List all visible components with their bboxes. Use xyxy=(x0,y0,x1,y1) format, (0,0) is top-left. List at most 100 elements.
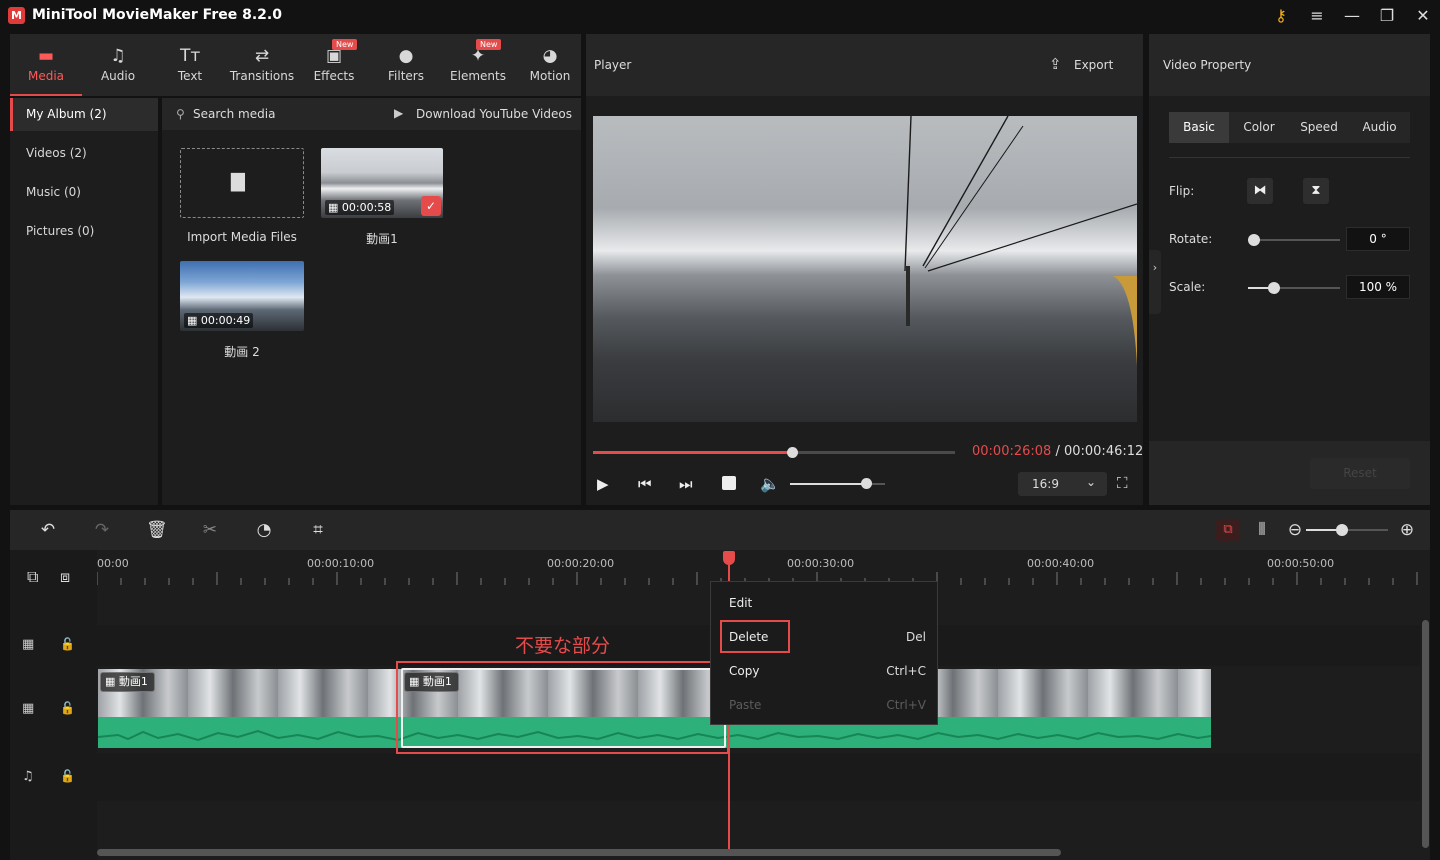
search-media-input[interactable]: Search media xyxy=(193,107,275,121)
rotate-knob[interactable] xyxy=(1248,234,1260,246)
redo-icon[interactable]: ↷ xyxy=(92,520,112,540)
minimize-icon[interactable]: — xyxy=(1337,4,1367,28)
stop-icon[interactable] xyxy=(722,476,736,490)
tab-motion-label: Motion xyxy=(529,69,571,83)
sidebar-item-music[interactable]: Music (0) xyxy=(10,176,158,209)
app-title: MiniTool MovieMaker Free 8.2.0 xyxy=(32,7,282,23)
tab-audio[interactable]: ♫ Audio xyxy=(82,34,154,96)
zoom-out-icon[interactable]: ⊖ xyxy=(1285,520,1305,540)
player-header: Player ⇪ Export xyxy=(586,34,1143,96)
crop-icon[interactable]: ⌗ xyxy=(308,520,328,540)
sidebar-item-my-album[interactable]: My Album (2) xyxy=(10,98,158,131)
collapse-panel-handle[interactable]: › xyxy=(1149,250,1161,314)
next-frame-icon[interactable]: ⏭ xyxy=(679,475,693,493)
previous-frame-icon[interactable]: ⏮ xyxy=(638,475,652,493)
tab-media[interactable]: ▬ Media xyxy=(10,34,82,96)
menu-item-paste[interactable]: Paste Ctrl+V xyxy=(711,688,939,722)
reset-button[interactable]: Reset xyxy=(1310,458,1410,489)
flip-horizontal-icon[interactable]: ⧓ xyxy=(1247,178,1273,204)
context-menu: Edit Delete Del Copy Ctrl+C Paste Ctrl+V xyxy=(710,581,938,725)
media-clip-thumbnail[interactable]: ▦ 00:00:49 xyxy=(180,261,304,331)
ruler-label: 00:00:20:00 xyxy=(547,557,615,570)
tab-text[interactable]: Tт Text xyxy=(154,34,226,96)
import-media-button[interactable]: ▇ xyxy=(180,148,304,218)
key-icon[interactable]: ⚷ xyxy=(1266,4,1296,28)
tab-effects[interactable]: New ▣ Effects xyxy=(298,34,370,96)
media-clip-thumbnail[interactable]: ▦ 00:00:58 ✓ xyxy=(321,148,443,218)
zoom-in-icon[interactable]: ⊕ xyxy=(1397,520,1417,540)
maximize-icon[interactable]: ❐ xyxy=(1372,4,1402,28)
album-sidebar: My Album (2) Videos (2) Music (0) Pictur… xyxy=(10,98,158,505)
tab-filters[interactable]: ● Filters xyxy=(370,34,442,96)
close-icon[interactable]: ✕ xyxy=(1408,4,1438,28)
menu-item-copy[interactable]: Copy Ctrl+C xyxy=(711,654,939,688)
time-readout: 00:00:26:08 / 00:00:46:12 xyxy=(972,444,1143,459)
volume-knob[interactable] xyxy=(861,478,872,489)
fit-timeline-icon[interactable]: ⦀ xyxy=(1252,520,1272,540)
tab-transitions[interactable]: ⇄ Transitions xyxy=(226,34,298,96)
film-icon: ▦ xyxy=(22,637,35,652)
film-icon: ▦ xyxy=(22,701,35,716)
playback-progress[interactable] xyxy=(593,447,955,458)
speed-icon[interactable]: ◔ xyxy=(254,520,274,540)
split-icon[interactable]: ✂ xyxy=(200,520,220,540)
add-track-icon[interactable]: ⧉ xyxy=(27,567,38,587)
tab-basic[interactable]: Basic xyxy=(1169,112,1229,143)
delete-icon[interactable]: 🗑 xyxy=(146,520,168,540)
sidebar-item-videos[interactable]: Videos (2) xyxy=(10,137,158,170)
ruler-label: 00:00:50:00 xyxy=(1267,557,1335,570)
media-clip-name: 動画 2 xyxy=(224,345,260,359)
tab-speed[interactable]: Speed xyxy=(1289,112,1349,143)
playback-progress-fill xyxy=(593,451,793,454)
import-media-label: Import Media Files xyxy=(187,230,297,244)
undo-icon[interactable]: ↶ xyxy=(38,520,58,540)
filters-icon: ● xyxy=(398,46,414,66)
scale-value[interactable]: 100 % xyxy=(1346,275,1410,299)
scale-knob[interactable] xyxy=(1267,282,1280,294)
rotate-value[interactable]: 0 ° xyxy=(1346,227,1410,251)
annotation-text: 不要な部分 xyxy=(515,635,611,657)
clip-label[interactable]: ▦ 動画1 xyxy=(100,672,155,692)
sidebar-item-pictures[interactable]: Pictures (0) xyxy=(10,215,158,248)
folder-icon: ▇ xyxy=(231,171,245,192)
remove-track-icon[interactable]: ⧈ xyxy=(60,567,70,587)
download-youtube-button[interactable]: Download YouTube Videos xyxy=(416,107,572,121)
media-toolbar: ▬ Media ♫ Audio Tт Text ⇄ Transitions Ne… xyxy=(10,34,581,96)
shortcut: Ctrl+V xyxy=(886,698,926,712)
total-time: 00:00:46:12 xyxy=(1063,444,1144,459)
flip-vertical-icon[interactable]: ⧗ xyxy=(1303,178,1329,204)
volume-slider[interactable] xyxy=(790,478,885,489)
vertical-scrollbar[interactable] xyxy=(1422,620,1429,848)
scale-slider[interactable] xyxy=(1248,282,1340,294)
export-button[interactable]: Export xyxy=(1074,58,1113,72)
tab-transitions-label: Transitions xyxy=(229,69,295,83)
play-icon[interactable]: ▶ xyxy=(597,475,609,493)
tab-effects-label: Effects xyxy=(313,69,355,83)
fullscreen-icon[interactable]: ⛶ xyxy=(1117,474,1128,492)
tab-motion[interactable]: ◕ Motion xyxy=(514,34,586,96)
tab-audio-property[interactable]: Audio xyxy=(1349,112,1410,143)
volume-icon[interactable]: 🔈 xyxy=(760,474,780,493)
tab-color[interactable]: Color xyxy=(1229,112,1289,143)
aspect-ratio-select[interactable]: 16:9 ⌄ xyxy=(1018,472,1107,496)
zoom-knob[interactable] xyxy=(1336,524,1348,536)
motion-icon: ◕ xyxy=(542,46,558,66)
tab-elements[interactable]: New ✦ Elements xyxy=(442,34,514,96)
divider xyxy=(1169,157,1410,158)
youtube-icon: ▶ xyxy=(394,106,404,120)
video-property-header: Video Property xyxy=(1149,34,1430,96)
tab-elements-label: Elements xyxy=(450,69,506,83)
playhead-handle[interactable] xyxy=(723,551,735,565)
lock-icon[interactable]: 🔓 xyxy=(60,701,75,715)
menu-icon[interactable]: ≡ xyxy=(1302,4,1332,28)
rotate-slider[interactable] xyxy=(1248,234,1340,246)
timeline-zoom-slider[interactable] xyxy=(1306,524,1388,536)
media-search-bar: ⚲ Search media ▶ Download YouTube Videos xyxy=(162,98,581,130)
horizontal-scrollbar[interactable] xyxy=(97,849,1061,856)
tab-media-label: Media xyxy=(27,69,65,83)
menu-item-edit[interactable]: Edit xyxy=(711,586,939,620)
snap-icon[interactable]: ⧉ xyxy=(1216,519,1240,541)
lock-icon[interactable]: 🔓 xyxy=(60,769,75,783)
lock-icon[interactable]: 🔓 xyxy=(60,637,75,651)
media-folder-icon: ▬ xyxy=(37,46,55,66)
